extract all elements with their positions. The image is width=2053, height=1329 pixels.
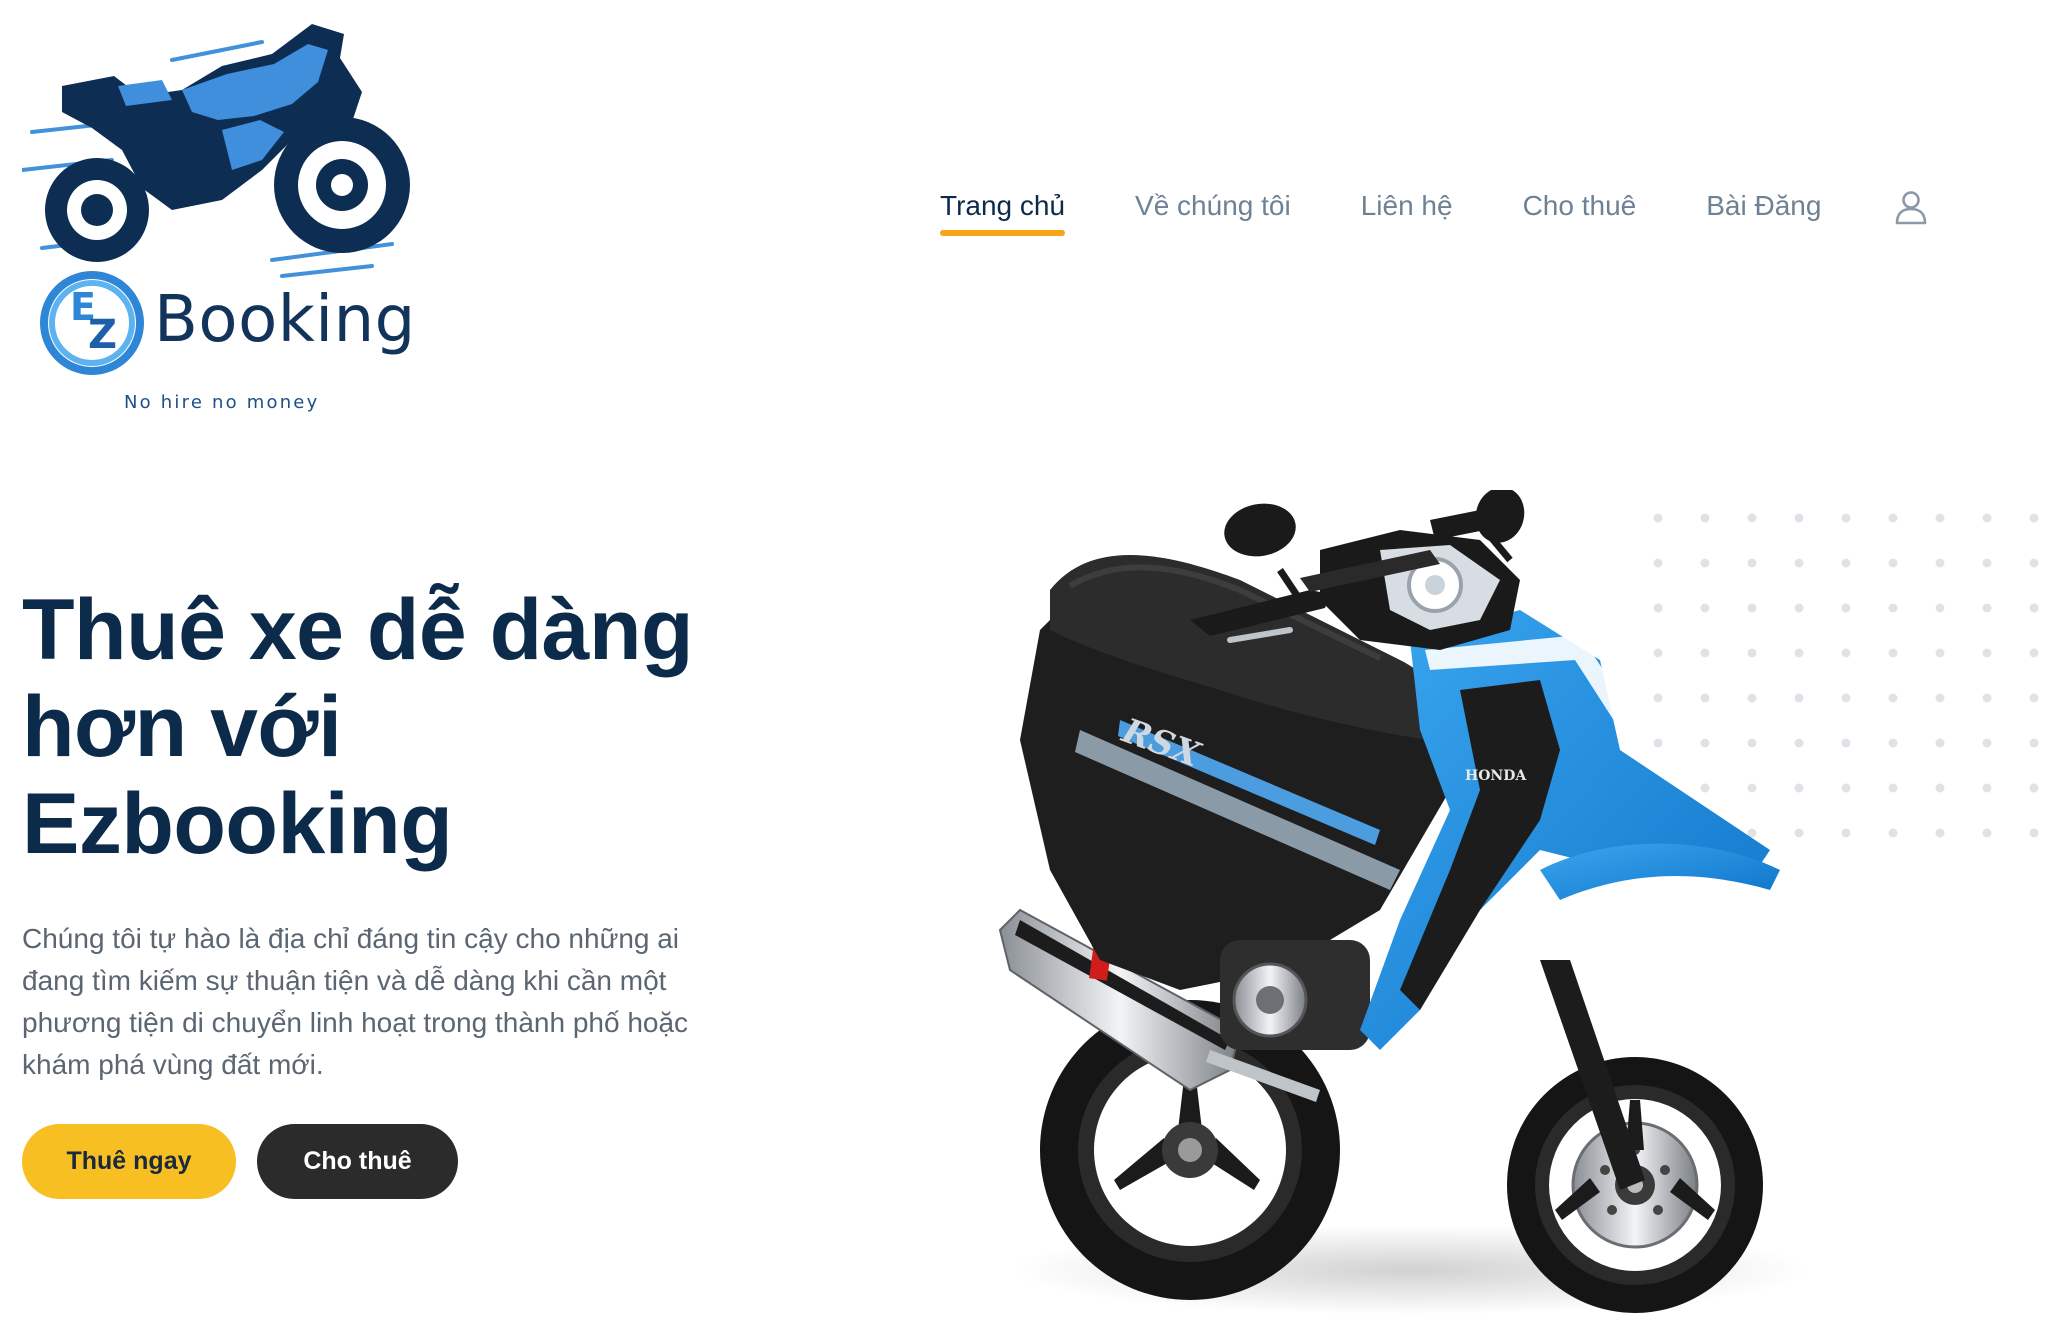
decorative-dot	[1888, 603, 1898, 613]
decorative-dot	[1935, 828, 1945, 838]
hero-title-line-3: Ezbooking	[22, 776, 453, 872]
decorative-dot	[2029, 603, 2039, 613]
decorative-dot	[1982, 648, 1992, 658]
nav-item-rent-out[interactable]: Cho thuê	[1523, 190, 1637, 236]
scooter-image: RSX HONDA	[998, 490, 1810, 1315]
hero-description: Chúng tôi tự hào là địa chỉ đáng tin cậy…	[22, 923, 689, 1080]
decorative-dot	[2029, 828, 2039, 838]
decorative-dot	[2029, 558, 2039, 568]
decorative-dot	[1888, 828, 1898, 838]
decorative-dot	[1935, 513, 1945, 523]
decorative-dot	[2029, 738, 2039, 748]
decorative-dot	[1982, 513, 1992, 523]
decorative-dot	[1888, 558, 1898, 568]
main-navigation: Trang chủ Về chúng tôi Liên hệ Cho thuê …	[940, 190, 1931, 236]
decorative-dot	[1982, 558, 1992, 568]
brand-badge: HONDA	[1465, 768, 1527, 784]
user-icon[interactable]	[1891, 187, 1931, 227]
nav-item-posts[interactable]: Bài Đăng	[1706, 190, 1821, 236]
decorative-dot	[1982, 738, 1992, 748]
decorative-dot	[2029, 693, 2039, 703]
logo-wordmark: Booking	[154, 283, 416, 357]
decorative-dot	[1888, 693, 1898, 703]
decorative-dot	[1935, 648, 1945, 658]
front-wheel	[1507, 1057, 1763, 1313]
hero-title: Thuê xe dễ dàng hơn với Ezbooking	[22, 582, 742, 873]
decorative-dot	[1888, 738, 1898, 748]
decorative-dot	[1935, 783, 1945, 793]
decorative-dot	[2029, 513, 2039, 523]
svg-text:Z: Z	[88, 312, 117, 358]
decorative-dot	[1888, 513, 1898, 523]
decorative-dot	[1935, 693, 1945, 703]
decorative-dot	[1982, 828, 1992, 838]
decorative-dot	[1888, 648, 1898, 658]
decorative-dot	[2029, 648, 2039, 658]
rent-now-button[interactable]: Thuê ngay	[22, 1124, 236, 1199]
engine	[1220, 940, 1370, 1050]
decorative-dot	[1982, 783, 1992, 793]
rent-out-button[interactable]: Cho thuê	[257, 1124, 458, 1199]
decorative-dot	[1982, 603, 1992, 613]
nav-item-contact[interactable]: Liên hệ	[1361, 190, 1453, 236]
hero-title-line-2: hơn với	[22, 679, 342, 775]
nav-item-home[interactable]: Trang chủ	[940, 190, 1066, 236]
decorative-dot	[1888, 783, 1898, 793]
decorative-dot	[1935, 603, 1945, 613]
hero-title-line-1: Thuê xe dễ dàng	[22, 582, 694, 678]
brand-logo[interactable]: E Z Booking No hire no money	[22, 20, 422, 413]
decorative-dot	[1935, 738, 1945, 748]
nav-item-about[interactable]: Về chúng tôi	[1135, 190, 1291, 236]
decorative-dot	[2029, 783, 2039, 793]
decorative-dot	[1982, 693, 1992, 703]
decorative-dot	[1935, 558, 1945, 568]
logo-tagline: No hire no money	[124, 392, 320, 413]
